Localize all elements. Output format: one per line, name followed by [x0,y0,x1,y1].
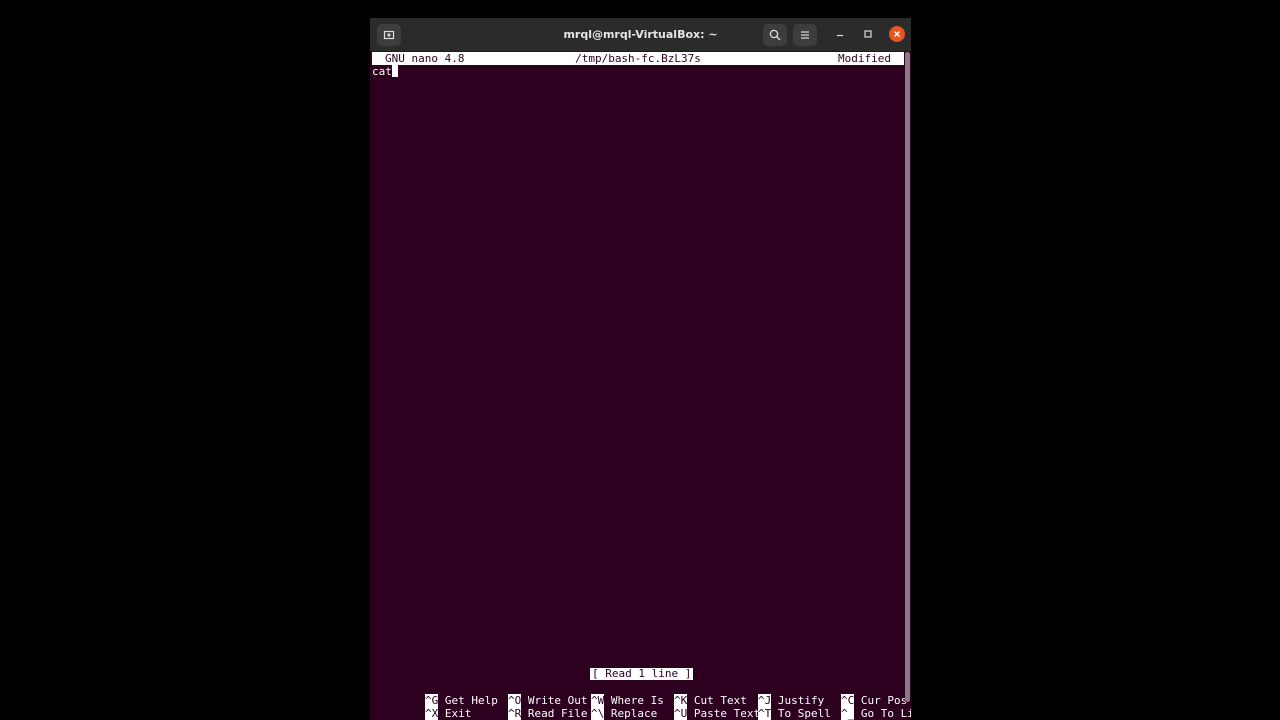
shortcut-key: ^_ [840,707,855,720]
text-cursor [391,65,398,77]
menu-button[interactable] [793,24,817,46]
shortcut-key: ^T [757,707,772,720]
editor-line-text: cat [372,65,392,78]
maximize-icon [864,30,872,38]
new-tab-button[interactable] [377,24,401,46]
search-icon [769,29,781,41]
nano-header-bar: GNU nano 4.8 /tmp/bash-fc.BzL37s Modifie… [372,52,904,65]
shortcut-go-to-line[interactable]: ^_ Go To Line [788,694,911,720]
title-bar[interactable]: mrql@mrql-VirtualBox: ~ [370,18,911,52]
shortcut-key: ^R [507,707,522,720]
maximize-button[interactable] [860,26,876,42]
shortcut-key: ^\ [590,707,605,720]
scrollbar-track[interactable] [905,52,910,702]
terminal-window: mrql@mrql-VirtualBox: ~ GNU nano 4.8 /tm… [370,18,911,720]
editor-line[interactable]: cat [372,65,398,78]
shortcut-bar: ^G Get Help ^O Write Out ^W Where Is ^K … [372,681,911,720]
shortcut-label: Go To Line [860,707,911,720]
minimize-icon [837,34,843,37]
scrollbar-thumb[interactable] [905,52,910,702]
close-icon [894,31,900,37]
hamburger-menu-icon [801,31,809,39]
nano-modified-state: Modified [838,52,891,65]
nano-filename: /tmp/bash-fc.BzL37s [575,52,701,65]
search-button[interactable] [763,24,787,46]
shortcut-key: ^U [673,707,688,720]
shortcut-cur-pos[interactable]: ^C Cur Pos [788,681,907,707]
status-message: [ Read 1 line ] [590,667,694,680]
terminal-area[interactable]: GNU nano 4.8 /tmp/bash-fc.BzL37s Modifie… [370,52,911,720]
minimize-button[interactable] [832,26,848,42]
shortcut-key: ^X [424,707,439,720]
close-button[interactable] [889,26,905,42]
new-tab-icon [383,30,395,40]
window-title: mrql@mrql-VirtualBox: ~ [563,28,718,41]
